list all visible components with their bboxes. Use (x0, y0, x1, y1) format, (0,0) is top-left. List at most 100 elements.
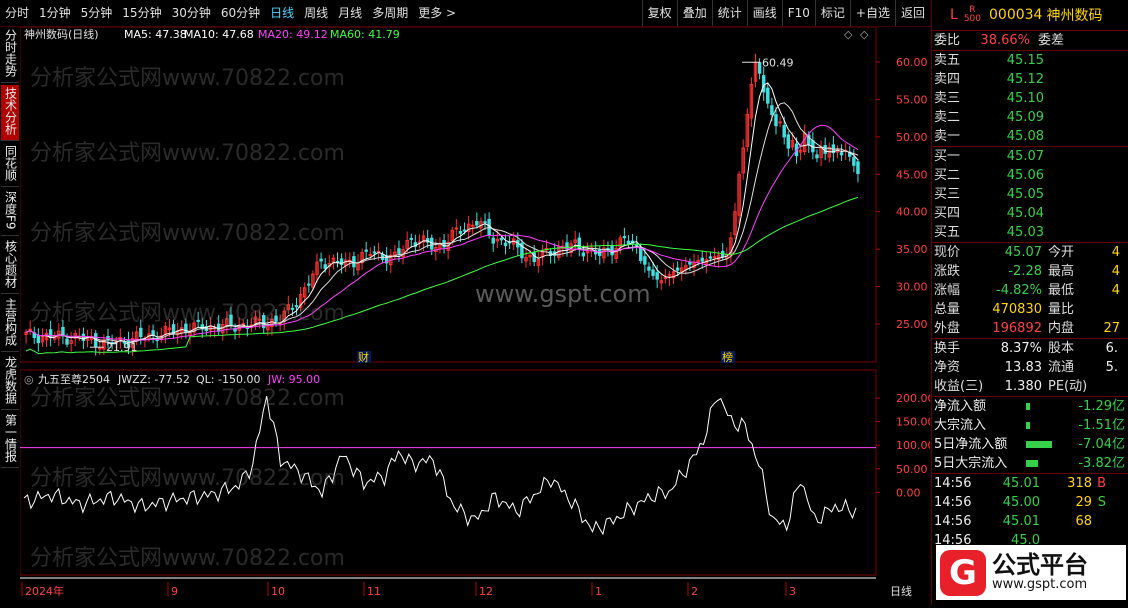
stat-label: 外盘 (934, 321, 961, 336)
bid-price: 45.06 (1006, 168, 1044, 183)
candle-body (372, 251, 377, 254)
stat-row: 涨跌 -2.28 最高 4 (932, 262, 1128, 281)
candle-body (257, 318, 262, 321)
level-badge: L (950, 7, 958, 23)
event-marker-1[interactable]: 榜 (722, 350, 733, 364)
bid-label: 买四 (934, 206, 961, 221)
bid-list: 买一 45.07 买二 45.06 买三 45.05 买四 45.04 买五 45.03 (932, 147, 1128, 243)
period-tab-6[interactable]: 日线 (265, 0, 299, 26)
ask-row: 卖二 45.09 (932, 108, 1128, 127)
candle-body (307, 283, 311, 286)
period-tab-10[interactable]: 更多 > (413, 0, 461, 26)
candle-body (663, 277, 668, 280)
candle-body (770, 105, 774, 115)
tool-button-0[interactable]: 复权 (641, 0, 677, 26)
candle-body (643, 256, 647, 265)
period-tab-5[interactable]: 60分钟 (216, 0, 265, 26)
period-tab-8[interactable]: 月线 (333, 0, 367, 26)
left-tab-label: 第一情报 (3, 413, 18, 462)
stat-value2 (1088, 300, 1120, 319)
y-tick-label: 50.00 (896, 131, 928, 144)
flow-bar (1026, 460, 1038, 467)
left-tab-0[interactable]: 分时走势 (1, 27, 19, 83)
stat-value2: 4 (1111, 283, 1120, 298)
period-toolbar: 分时 1分钟 5分钟 15分钟 30分钟 60分钟 日线 周线 月线 多周期 更多 > 复权 叠加 统计画… (0, 0, 930, 27)
stat-label2: 今开 (1048, 245, 1075, 260)
ask-row: 卖四 45.12 (932, 70, 1128, 89)
candle-body (483, 221, 487, 224)
indicator-panel-frame (19, 369, 877, 576)
left-tab-label: 主营构成 (3, 297, 18, 346)
chart-area[interactable]: 神州数码(日线) MA5: 47.38 MA10: 47.68 MA20: 49.12… (19, 26, 935, 582)
left-tab-6[interactable]: 龙虎数据 (1, 354, 19, 410)
x-axis-svg: 2024年 9 10 11 12 1 2 3 日线 (21, 582, 912, 598)
stat2-label: 换手 (934, 341, 961, 356)
tool-button-6[interactable]: +自选 (849, 0, 895, 26)
flow-bar (1026, 403, 1030, 410)
candlestick-group (24, 53, 860, 356)
ask-list: 卖五 45.15 卖四 45.12 卖三 45.10 卖二 45.09 卖一 45.08 (932, 51, 1128, 147)
ask-row: 卖五 45.15 (932, 51, 1128, 70)
r500-badge: R 500 (963, 5, 981, 24)
stat-value2: 4 (1111, 245, 1120, 260)
stock-code[interactable]: 000034 (989, 7, 1042, 23)
candle-body (139, 327, 143, 338)
left-tab-7[interactable]: 第一情报 (1, 412, 19, 468)
period-tab-1[interactable]: 1分钟 (34, 0, 76, 26)
candle-body (294, 305, 299, 308)
period-tab-7[interactable]: 周线 (299, 0, 333, 26)
flow-bar (1026, 422, 1030, 429)
diamond-icon[interactable]: ◇ (844, 28, 853, 41)
period-tab-0[interactable]: 分时 (0, 0, 34, 26)
stat-row: 现价 45.07 今开 4 (932, 243, 1128, 262)
tool-button-2[interactable]: 统计 (711, 0, 747, 26)
event-marker-0[interactable]: 财 (358, 350, 369, 364)
ma-label-0: MA5: 47.38 (124, 28, 187, 41)
stock-header: L R 500 000034 神州数码 (932, 0, 1128, 31)
left-tab-2[interactable]: 同花顺 (1, 143, 19, 187)
tick-time: 14:56 (934, 476, 972, 491)
ma-label-3: MA60: 41.79 (330, 28, 400, 41)
stat-value: -4.82% (996, 283, 1042, 298)
candle-body (196, 319, 200, 322)
stat-row: 涨幅 -4.82% 最低 4 (932, 281, 1128, 300)
tool-button-4[interactable]: F10 (781, 0, 815, 26)
indicator-settings-icon[interactable]: ◎ (24, 373, 34, 386)
tool-button-1[interactable]: 叠加 (676, 0, 712, 26)
tick-time: 14:56 (934, 514, 972, 529)
bid-label: 买三 (934, 187, 961, 202)
period-tab-9[interactable]: 多周期 (367, 0, 413, 26)
stat-label2: 最低 (1048, 283, 1075, 298)
candle-body (499, 237, 504, 241)
stat2-value: 1.380 (1004, 379, 1042, 394)
candle-body (397, 248, 401, 254)
collapse-icon[interactable]: ◇ (860, 28, 869, 41)
tool-button-3[interactable]: 画线 (746, 0, 782, 26)
stat-value2: 4 (1111, 264, 1120, 279)
flow-value: -1.29亿 (1078, 399, 1125, 414)
left-tab-4[interactable]: 核心题材 (1, 238, 19, 294)
left-tab-3[interactable]: 深度F9 (1, 189, 19, 236)
period-tab-3[interactable]: 15分钟 (117, 0, 166, 26)
left-tab-1[interactable]: 技术分析 (1, 85, 19, 141)
period-label[interactable]: 日线 (890, 584, 912, 598)
ask-row: 卖一 45.08 (932, 127, 1128, 146)
stat-label: 总量 (934, 302, 961, 317)
period-tab-4[interactable]: 30分钟 (167, 0, 216, 26)
candle-body (48, 329, 53, 339)
stat2-value: 8.37% (1000, 341, 1042, 356)
tool-button-5[interactable]: 标记 (814, 0, 850, 26)
ind-tick-label: 100.00 (896, 439, 930, 452)
ask-row: 卖三 45.10 (932, 89, 1128, 108)
kline-chart-svg[interactable]: 神州数码(日线) MA5: 47.38MA10: 47.68 MA20: 49.12… (19, 26, 935, 582)
ind-tick-label: 0.00 (896, 486, 921, 499)
stat2-value: 13.83 (1004, 360, 1042, 375)
left-tab-5[interactable]: 主营构成 (1, 296, 19, 352)
bid-row: 买三 45.05 (932, 185, 1128, 204)
tool-button-7[interactable]: 返回 (894, 0, 930, 26)
period-tab-2[interactable]: 5分钟 (76, 0, 118, 26)
x-tick-label: 2024年 (25, 584, 64, 598)
candle-body (639, 247, 643, 261)
tick-price: 45.00 (1002, 495, 1040, 510)
candle-body (475, 220, 479, 226)
